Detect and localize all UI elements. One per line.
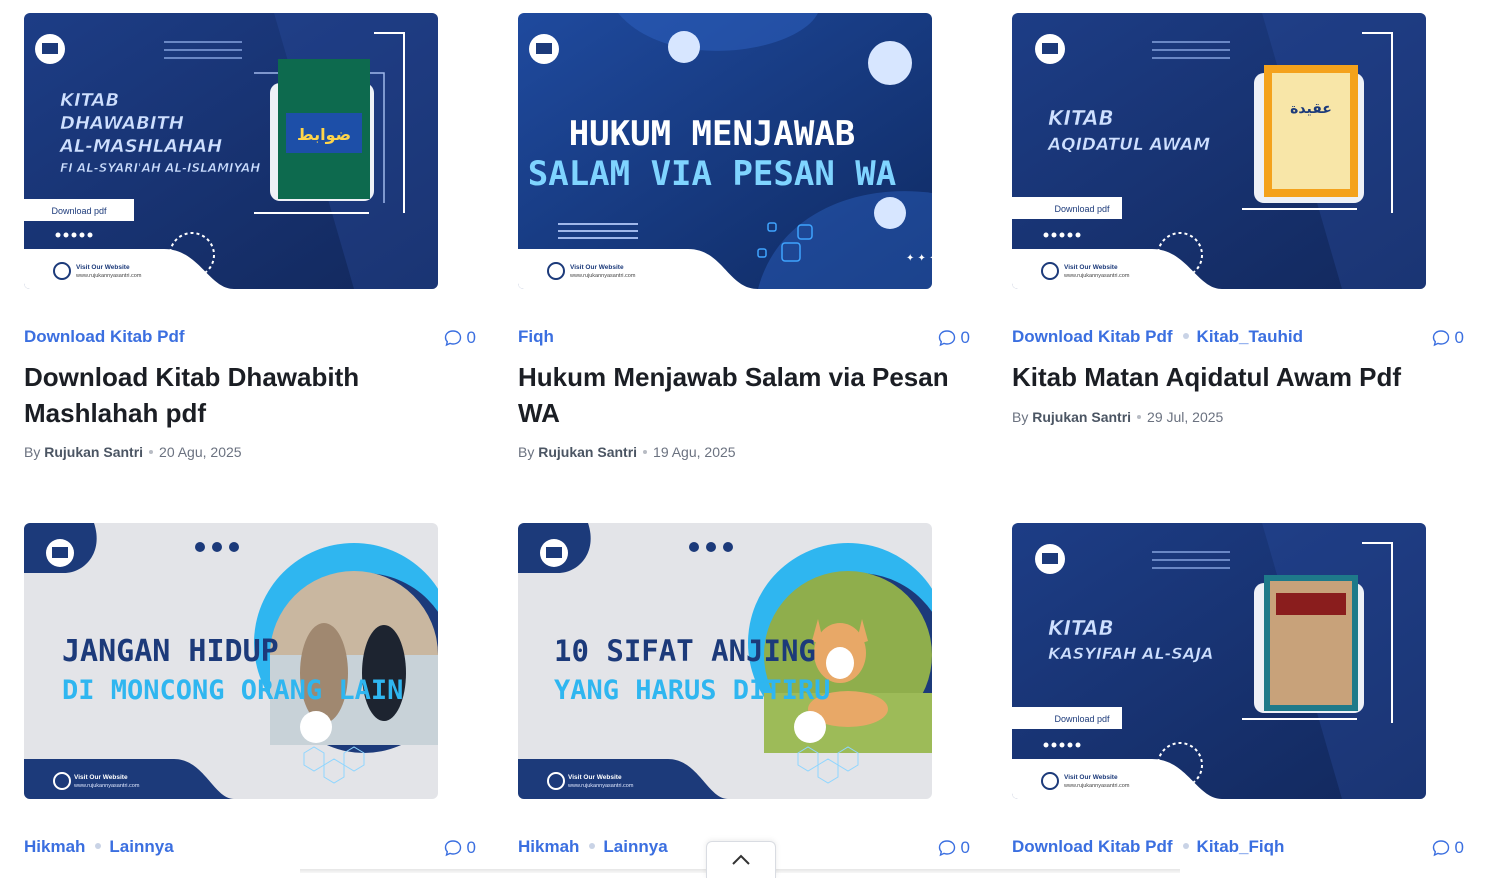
svg-text:HUKUM MENJAWAB: HUKUM MENJAWAB	[569, 114, 856, 154]
category-link[interactable]: Hikmah	[518, 837, 579, 856]
svg-text:AQIDATUL AWAM: AQIDATUL AWAM	[1046, 135, 1210, 155]
post-thumbnail[interactable]: عقيدة Download pdf Visit Our Website www…	[1012, 13, 1426, 289]
byline-by: By	[24, 444, 41, 460]
svg-text:Visit Our Website: Visit Our Website	[570, 264, 624, 271]
comment-count[interactable]: 0	[1432, 328, 1464, 348]
comment-count[interactable]: 0	[444, 838, 476, 858]
svg-text:Download pdf: Download pdf	[1054, 714, 1110, 724]
svg-text:SALAM VIA PESAN WA: SALAM VIA PESAN WA	[528, 154, 896, 194]
comment-icon	[444, 840, 461, 857]
post-byline: By Rujukan Santri 20 Agu, 2025	[24, 444, 242, 460]
separator-dot	[589, 843, 596, 850]
author-link[interactable]: Rujukan Santri	[1032, 409, 1131, 425]
post-categories: Download Kitab Pdf Kitab_Tauhid	[1012, 327, 1303, 347]
byline-by: By	[1012, 409, 1029, 425]
author-link[interactable]: Rujukan Santri	[538, 444, 637, 460]
svg-text:عقيدة: عقيدة	[1290, 101, 1332, 117]
comment-count[interactable]: 0	[1432, 838, 1464, 858]
post-thumbnail[interactable]: ضوابط Download pdf Visit Our Website www…	[24, 13, 438, 289]
svg-text:✦ ✦ ✦: ✦ ✦ ✦	[906, 253, 932, 264]
post-thumbnail[interactable]: Visit Our Website www.rujukannyasantri.c…	[24, 523, 438, 799]
post-title[interactable]: Kitab Matan Aqidatul Awam Pdf	[1012, 359, 1452, 395]
post-categories: Download Kitab Pdf Kitab_Fiqh	[1012, 837, 1284, 857]
svg-text:10 SIFAT ANJING: 10 SIFAT ANJING	[554, 634, 816, 668]
chevron-up-icon	[732, 854, 750, 865]
svg-text:AL-MASHLAHAH: AL-MASHLAHAH	[58, 136, 222, 157]
comment-icon	[1432, 330, 1449, 347]
svg-text:KITAB: KITAB	[1048, 616, 1114, 640]
category-link[interactable]: Lainnya	[603, 837, 667, 856]
post-categories: Download Kitab Pdf	[24, 327, 185, 347]
category-link[interactable]: Lainnya	[109, 837, 173, 856]
post-byline: By Rujukan Santri 19 Agu, 2025	[518, 444, 736, 460]
comment-count[interactable]: 0	[938, 838, 970, 858]
post-thumbnail[interactable]: Download pdf Visit Our Website www.rujuk…	[1012, 523, 1426, 799]
comment-count[interactable]: 0	[938, 328, 970, 348]
byline-by: By	[518, 444, 535, 460]
category-link[interactable]: Kitab_Tauhid	[1197, 327, 1303, 346]
svg-text:www.rujukannyasantri.com: www.rujukannyasantri.com	[75, 273, 142, 279]
separator-dot	[1182, 333, 1189, 340]
svg-text:www.rujukannyasantri.com: www.rujukannyasantri.com	[567, 783, 634, 789]
svg-text:YANG HARUS DITIRU: YANG HARUS DITIRU	[554, 675, 830, 706]
svg-text:KITAB: KITAB	[60, 90, 119, 111]
comment-count-value: 0	[1454, 328, 1464, 347]
comment-icon	[938, 840, 955, 857]
svg-text:Visit Our Website: Visit Our Website	[1064, 774, 1118, 781]
category-link[interactable]: Hikmah	[24, 837, 85, 856]
category-link[interactable]: Download Kitab Pdf	[24, 327, 185, 346]
separator-dot	[1182, 843, 1189, 850]
svg-text:KASYIFAH AL-SAJA: KASYIFAH AL-SAJA	[1048, 644, 1214, 663]
separator-dot	[1137, 414, 1142, 419]
category-link[interactable]: Fiqh	[518, 327, 554, 346]
separator-dot	[95, 843, 102, 850]
post-thumbnail[interactable]: Visit Our Website www.rujukannyasantri.c…	[518, 523, 932, 799]
svg-text:ضوابط: ضوابط	[297, 125, 351, 144]
comment-count-value: 0	[960, 838, 970, 857]
separator-dot	[149, 449, 154, 454]
svg-text:Visit Our Website: Visit Our Website	[568, 774, 622, 781]
post-title[interactable]: Download Kitab Dhawabith Mashlahah pdf	[24, 359, 464, 431]
comment-count[interactable]: 0	[444, 328, 476, 348]
svg-text:Visit Our Website: Visit Our Website	[76, 264, 130, 271]
thumb-download-label: Download pdf	[51, 206, 107, 216]
comment-icon	[938, 330, 955, 347]
svg-text:DI MONCONG ORANG LAIN: DI MONCONG ORANG LAIN	[62, 675, 403, 706]
post-byline: By Rujukan Santri 29 Jul, 2025	[1012, 409, 1223, 425]
comment-count-value: 0	[466, 838, 476, 857]
post-date: 29 Jul, 2025	[1147, 409, 1224, 425]
svg-text:www.rujukannyasantri.com: www.rujukannyasantri.com	[569, 273, 636, 279]
comment-count-value: 0	[466, 328, 476, 347]
svg-text:Visit Our Website: Visit Our Website	[1064, 264, 1118, 271]
scroll-to-top-button[interactable]	[706, 841, 776, 878]
post-title[interactable]: Hukum Menjawab Salam via Pesan WA	[518, 359, 958, 431]
category-link[interactable]: Download Kitab Pdf	[1012, 327, 1173, 346]
category-link[interactable]: Kitab_Fiqh	[1197, 837, 1285, 856]
svg-text:www.rujukannyasantri.com: www.rujukannyasantri.com	[73, 783, 140, 789]
svg-text:FI AL-SYARI'AH AL-ISLAMIYAH: FI AL-SYARI'AH AL-ISLAMIYAH	[60, 161, 260, 175]
separator-dot	[643, 449, 648, 454]
svg-text:Download pdf: Download pdf	[1054, 204, 1110, 214]
svg-text:www.rujukannyasantri.com: www.rujukannyasantri.com	[1063, 273, 1130, 279]
category-link[interactable]: Download Kitab Pdf	[1012, 837, 1173, 856]
comment-icon	[444, 330, 461, 347]
post-date: 19 Agu, 2025	[653, 444, 736, 460]
svg-text:KITAB: KITAB	[1048, 106, 1114, 130]
svg-text:JANGAN HIDUP: JANGAN HIDUP	[62, 634, 279, 669]
author-link[interactable]: Rujukan Santri	[44, 444, 143, 460]
svg-text:DHAWABITH: DHAWABITH	[60, 113, 184, 134]
post-thumbnail[interactable]: Visit Our Website www.rujukannyasantri.c…	[518, 13, 932, 289]
svg-text:www.rujukannyasantri.com: www.rujukannyasantri.com	[1063, 783, 1130, 789]
comment-count-value: 0	[960, 328, 970, 347]
comment-count-value: 0	[1454, 838, 1464, 857]
comment-icon	[1432, 840, 1449, 857]
svg-text:Visit Our Website: Visit Our Website	[74, 774, 128, 781]
post-date: 20 Agu, 2025	[159, 444, 242, 460]
post-categories: Hikmah Lainnya	[24, 837, 174, 857]
post-categories: Fiqh	[518, 327, 554, 347]
post-categories: Hikmah Lainnya	[518, 837, 668, 857]
